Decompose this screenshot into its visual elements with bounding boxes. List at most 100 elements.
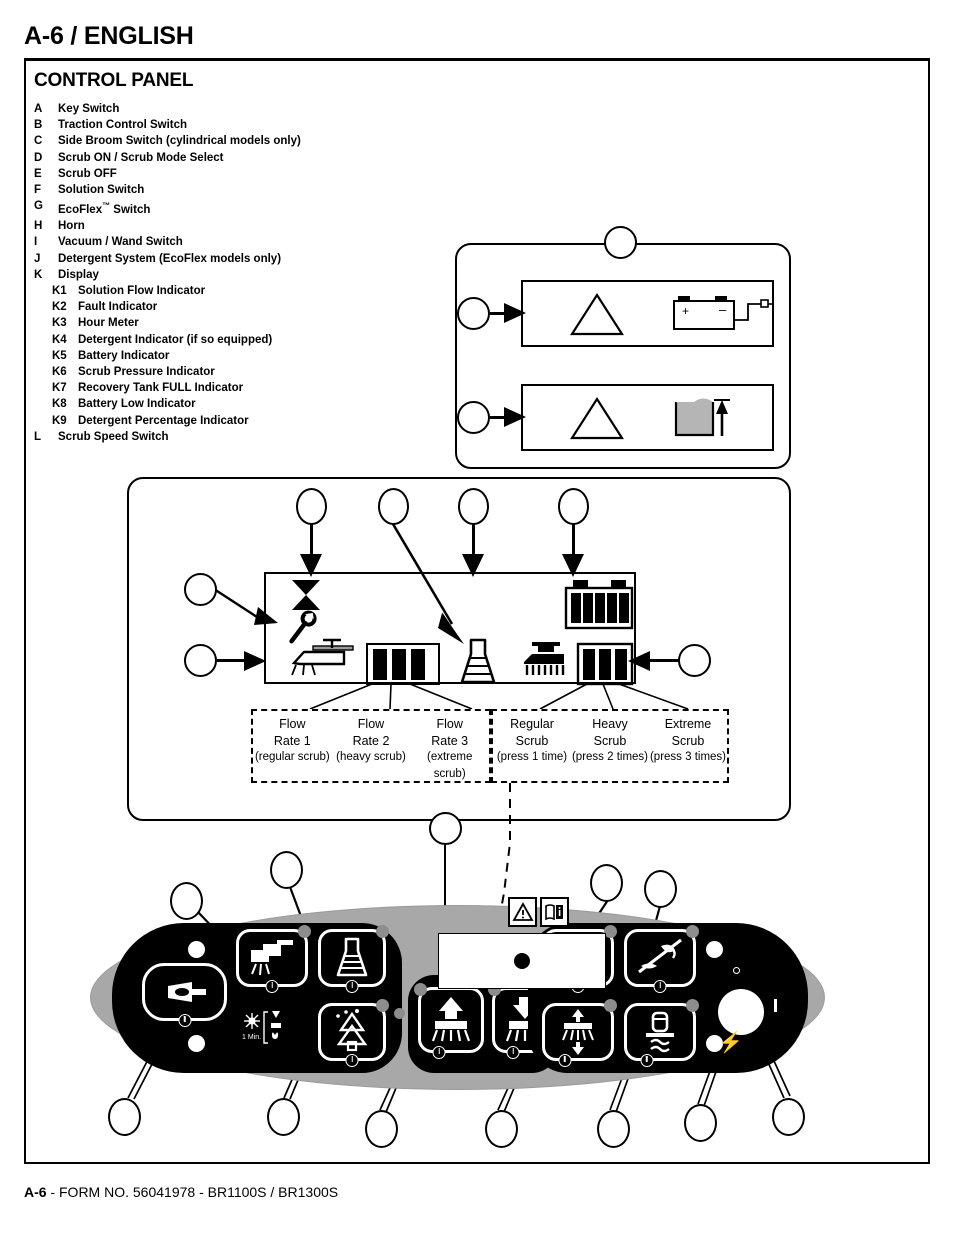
status-led [394,1008,405,1019]
legend-item-k7: K7 Recovery Tank FULL Indicator [34,380,454,396]
screw-dot [706,941,723,958]
power-symbol-icon [506,1046,520,1059]
legend-item-key: J [34,252,41,265]
callout-marker [590,864,623,902]
warning-row-battery-icons: + – [569,292,772,336]
scrub-speed-button[interactable] [542,999,617,1067]
callout-marker [184,573,217,606]
legend-item-e: E Scrub OFF [34,166,454,182]
legend-item-label: Hour Meter [78,317,139,330]
legend-item-label: Fault Indicator [78,301,158,314]
horn-button[interactable] [142,963,227,1027]
legend-item-k1: K1 Solution Flow Indicator [34,283,454,299]
legend-item-j: J Detergent System (EcoFlex models only) [34,251,454,267]
side-broom-button[interactable] [624,925,699,993]
legend-item-k2: K2 Fault Indicator [34,299,454,315]
leader-line [572,524,575,560]
power-symbol-icon [653,980,667,993]
legend-item-key: K8 [52,398,67,411]
scrub-mode-label-group: Regular Scrub (press 1 time) Heavy Scrub… [491,709,729,783]
legend-item-k6: K6 Scrub Pressure Indicator [34,364,454,380]
status-led [604,999,617,1012]
legend-item-key: K6 [52,366,67,379]
panel-warning-labels [508,897,570,927]
callout-marker [558,488,589,525]
legend-item-key: K2 [52,301,67,314]
legend-item-label: Battery Indicator [78,349,170,362]
scrub-mode-note: (press 2 times) [571,751,649,763]
brush-pressure-icon [545,1006,611,1058]
legend-item-key: K4 [52,333,67,346]
callout-marker [270,851,303,889]
scrub-mode-line2: Scrub [671,733,705,748]
status-led [686,925,699,938]
warning-row-tank-icons [569,396,730,440]
legend-item-label: EcoFlex™ Switch [58,201,151,217]
legend-item-key: K7 [52,382,67,395]
leader-line [217,659,247,662]
ecoflex-timer-annotation: 1 Min. [242,1009,308,1059]
detergent-system-button[interactable] [318,925,389,993]
ecoflex-timer-label: 1 Min. [242,1034,261,1041]
solution-switch-button[interactable] [236,925,311,993]
callout-marker [108,1098,141,1136]
callout-marker [684,1104,717,1142]
callout-marker [772,1098,805,1136]
scrub-on-button[interactable] [414,983,484,1059]
leader-line [310,524,313,560]
legend-item-key: D [34,151,43,164]
bar-leader-lines [309,683,689,710]
callout-marker [485,1110,518,1148]
footer-page-number: A-6 [24,1184,47,1200]
legend-item-key: K9 [52,414,67,427]
flow-rate-line2: Rate 2 [352,733,390,748]
legend: CONTROL PANEL A Key Switch B Traction Contr… [34,70,454,445]
key-switch[interactable] [718,989,764,1035]
legend-item-label: Scrub ON / Scrub Mode Select [58,151,224,164]
horn-icon [145,966,224,1018]
manual-page: A-6 / ENGLISH CONTROL PANEL A Key Switch B… [0,0,954,1235]
scrub-mode-line1: Regular [510,717,554,731]
legend-item-b: B Traction Control Switch [34,117,454,133]
leader-arrow [213,587,278,625]
legend-item-key: B [34,119,43,132]
ecoflex-tree-icon [321,1006,383,1058]
legend-item-label: Solution Switch [58,184,145,197]
warning-row-tank [521,384,774,451]
legend-item-label: Battery Low Indicator [78,398,196,411]
callout-marker [644,870,677,908]
legend-item-key: K3 [52,317,67,330]
legend-item-label: Solution Flow Indicator [78,285,206,298]
screw-dot [188,941,205,958]
ecoflex-switch-button[interactable] [318,999,405,1067]
screw-dot [188,1035,205,1052]
page-title: A-6 / ENGLISH [24,22,194,50]
flow-rate-label: Flow Rate 3 (extreme scrub) [410,711,489,781]
callout-marker [296,488,327,525]
callout-marker [429,812,462,845]
legend-item-label: Display [58,268,99,281]
legend-item-k: K Display [34,267,454,283]
flow-rate-label: Flow Rate 2 (heavy scrub) [332,711,411,781]
flow-rate-note: (heavy scrub) [336,751,406,763]
leader-line [490,312,508,315]
power-symbol-icon [345,980,359,993]
scrub-mode-line1: Heavy [592,717,628,731]
traction-control-button[interactable] [624,999,699,1067]
legend-item-d: D Scrub ON / Scrub Mode Select [34,150,454,166]
control-panel-illustration: 1 Min. ⚡ [90,897,825,1090]
legend-item-f: F Solution Switch [34,182,454,198]
side-broom-off-icon [627,932,693,984]
page-footer: A-6 - FORM NO. 56041978 - BR1100S / BR13… [24,1184,338,1200]
flow-rate-line2: Rate 3 [431,733,469,748]
display-center-dot [514,953,530,969]
flow-rate-line2: Rate 1 [273,733,311,748]
indicator-dot [733,967,740,974]
power-symbol-icon [265,980,279,993]
legend-item-key: F [34,184,42,197]
scrub-mode-note: (press 3 times) [649,751,727,763]
power-symbol-icon [178,1014,191,1027]
leader-line [648,659,680,662]
key-switch-marker [774,999,777,1012]
legend-item-k3: K3 Hour Meter [34,315,454,331]
